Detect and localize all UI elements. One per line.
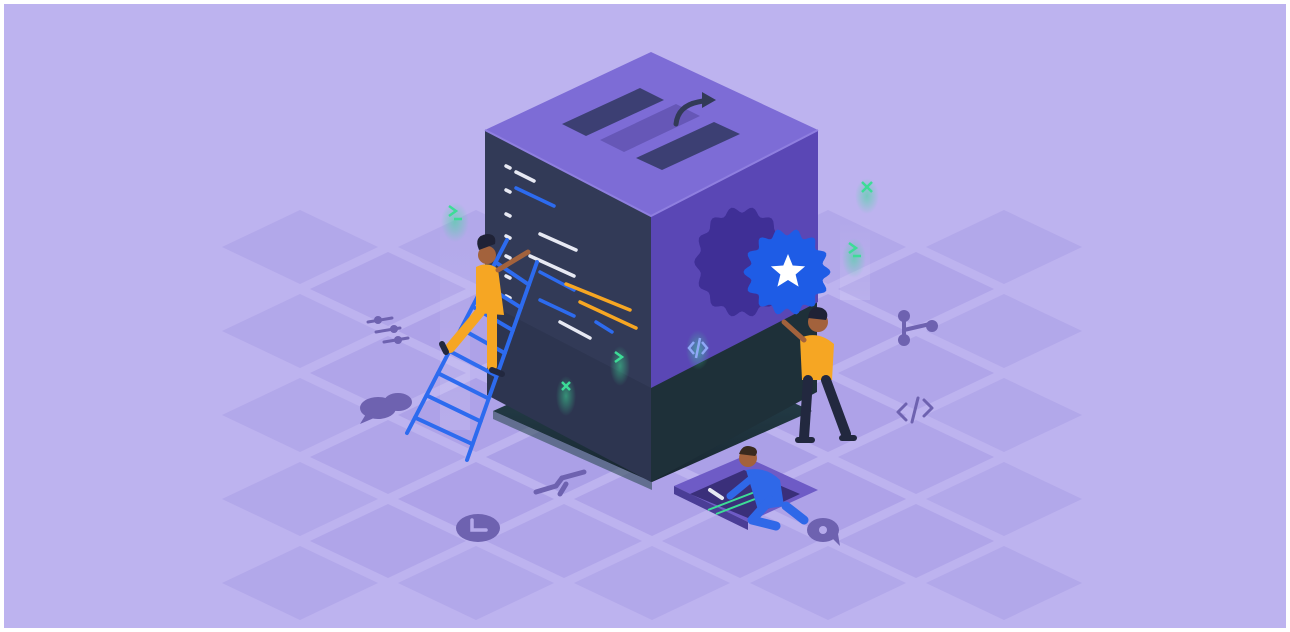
dev-cube-illustration [0, 0, 1290, 632]
code-line [504, 234, 512, 240]
code-line [504, 254, 512, 260]
code-line [504, 274, 512, 280]
code-line [504, 212, 512, 218]
close-x-icon [556, 376, 576, 416]
code-line [504, 164, 512, 170]
terminal-prompt-icon [842, 238, 866, 278]
code-brackets-icon [686, 330, 710, 370]
terminal-prompt-icon [441, 202, 469, 242]
illustration-stage [0, 0, 1290, 632]
terminal-prompt-icon [610, 346, 630, 386]
close-x-icon [855, 178, 879, 214]
clock-icon [456, 514, 500, 542]
code-line [504, 188, 512, 194]
